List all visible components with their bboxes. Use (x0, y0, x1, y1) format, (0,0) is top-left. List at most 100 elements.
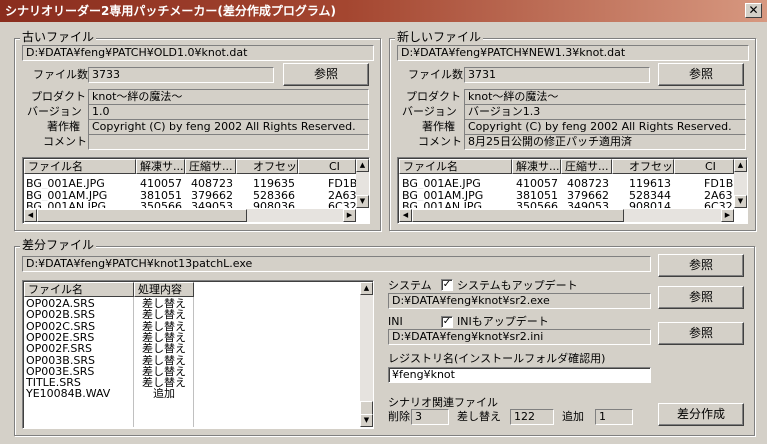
old-comment (88, 134, 369, 150)
check-icon: ✓ (442, 279, 452, 290)
old-product: knot〜絆の魔法〜 (88, 89, 369, 105)
diff-file-list[interactable]: ファイル名 処理内容 OP002A.SRS 差し替え OP002B.SRS 差し替え O… (22, 280, 374, 429)
scroll-down-icon[interactable]: ▼ (734, 195, 747, 208)
diff-file-group-label: 差分ファイル (20, 238, 97, 252)
new-file-group-label: 新しいファイル (395, 30, 484, 44)
old-hscroll-thumb[interactable] (37, 209, 247, 222)
check-icon: ✓ (442, 316, 452, 327)
diff-browse-button[interactable]: 参照 (658, 254, 744, 277)
diff-filename: TITLE.SRS (26, 377, 81, 389)
old-col-crc[interactable]: CI (298, 159, 356, 174)
new-browse-button[interactable]: 参照 (658, 63, 744, 86)
ini-update-checkbox[interactable]: ✓ (441, 316, 453, 328)
column-divider (193, 297, 194, 427)
delete-count: 3 (411, 409, 449, 425)
diff-action: 差し替え (142, 354, 186, 366)
scroll-right-icon[interactable]: ▶ (721, 209, 734, 222)
new-copyright-label: 著作権 (422, 120, 455, 133)
scroll-up-icon[interactable]: ▲ (360, 282, 373, 295)
diff-action: 差し替え (142, 343, 186, 355)
old-col-offset[interactable]: オフセット (236, 159, 298, 174)
new-file-list[interactable]: ファイル名 解凍サ... 圧縮サ... オフセット CI BG_001AE.JP… (397, 157, 748, 224)
diff-action: 差し替え (142, 331, 186, 343)
old-product-label: プロダクト (31, 90, 86, 103)
new-col-compressed[interactable]: 圧縮サ... (561, 159, 612, 174)
diff-action: 差し替え (142, 365, 186, 377)
new-hscroll-thumb[interactable] (412, 209, 624, 222)
diff-action: 差し替え (142, 377, 186, 389)
old-file-count: 3733 (88, 67, 274, 83)
delete-label: 削除 (388, 410, 410, 423)
old-file-group-label: 古いファイル (20, 30, 97, 44)
new-copyright: Copyright (C) by feng 2002 All Rights Re… (464, 119, 746, 135)
scroll-right-icon[interactable]: ▶ (343, 209, 356, 222)
diff-filename: OP003B.SRS (26, 354, 95, 366)
registry-label: レジストリ名(インストールフォルダ確認用) (388, 352, 606, 365)
old-copyright-label: 著作権 (47, 120, 80, 133)
diff-filename: OP002B.SRS (26, 309, 95, 321)
close-icon: ✕ (748, 3, 759, 17)
window-title: シナリオリーダー2専用パッチメーカー(差分作成プログラム) (5, 4, 336, 18)
old-version-label: バージョン (27, 105, 82, 118)
old-copyright: Copyright (C) by feng 2002 All Rights Re… (88, 119, 369, 135)
new-version: バージョン1.3 (464, 104, 746, 120)
replace-label: 差し替え (457, 410, 501, 423)
diff-file-path: D:¥DATA¥feng¥PATCH¥knot13patchL.exe (22, 256, 651, 272)
diff-col-action[interactable]: 処理内容 (134, 282, 194, 297)
old-col-uncompressed[interactable]: 解凍サ... (136, 159, 185, 174)
title-bar: シナリオリーダー2専用パッチメーカー(差分作成プログラム) (0, 0, 767, 22)
diff-action: 差し替え (142, 298, 186, 309)
system-update-label: システムもアップデート (457, 279, 578, 292)
diff-filename: OP002A.SRS (26, 298, 95, 309)
diff-vscroll-thumb[interactable] (360, 401, 373, 415)
old-version: 1.0 (88, 104, 369, 120)
old-file-path: D:¥DATA¥feng¥PATCH¥OLD1.0¥knot.dat (22, 45, 374, 61)
new-file-count: 3731 (464, 67, 650, 83)
diff-col-filename[interactable]: ファイル名 (24, 282, 134, 297)
close-button[interactable]: ✕ (745, 3, 762, 18)
ini-label: INI (388, 315, 403, 328)
old-file-list[interactable]: ファイル名 解凍サ... 圧縮サ... オフセット CI BG_001AE.JP… (22, 157, 370, 224)
new-col-crc[interactable]: CI (674, 159, 734, 174)
system-path: D:¥DATA¥feng¥knot¥sr2.exe (388, 293, 651, 309)
new-col-offset[interactable]: オフセット (612, 159, 674, 174)
scroll-down-icon[interactable]: ▼ (356, 195, 369, 208)
new-file-path: D:¥DATA¥feng¥PATCH¥NEW1.3¥knot.dat (397, 45, 749, 61)
diff-filename: OP002C.SRS (26, 320, 96, 332)
scroll-down-icon[interactable]: ▼ (360, 414, 373, 427)
old-col-filename[interactable]: ファイル名 (24, 159, 136, 174)
diff-filename: OP002E.SRS (26, 331, 95, 343)
old-browse-button[interactable]: 参照 (283, 63, 369, 86)
create-diff-button[interactable]: 差分作成 (658, 403, 744, 426)
new-comment-label: コメント (418, 135, 462, 148)
system-browse-button[interactable]: 参照 (658, 286, 744, 309)
column-divider (133, 297, 134, 427)
old-col-compressed[interactable]: 圧縮サ... (185, 159, 236, 174)
add-count: 1 (595, 409, 633, 425)
replace-count: 122 (510, 409, 554, 425)
scroll-up-icon[interactable]: ▲ (356, 159, 369, 172)
registry-input[interactable]: ¥feng¥knot (388, 367, 651, 383)
diff-action: 追加 (153, 388, 175, 400)
diff-action: 差し替え (142, 309, 186, 321)
new-product: knot〜絆の魔法〜 (464, 89, 746, 105)
scenario-label: シナリオ関連ファイル (388, 396, 498, 409)
new-file-count-label: ファイル数 (408, 68, 463, 81)
add-label: 追加 (562, 410, 584, 423)
system-update-checkbox[interactable]: ✓ (441, 279, 453, 291)
diff-filename: OP002F.SRS (26, 343, 92, 355)
scroll-up-icon[interactable]: ▲ (734, 159, 747, 172)
diff-filename: OP003E.SRS (26, 365, 95, 377)
old-file-count-label: ファイル数 (33, 68, 88, 81)
new-col-uncompressed[interactable]: 解凍サ... (512, 159, 561, 174)
new-version-label: バージョン (402, 105, 457, 118)
diff-filename: YE10084B.WAV (26, 388, 111, 400)
diff-action: 差し替え (142, 320, 186, 332)
ini-browse-button[interactable]: 参照 (658, 322, 744, 345)
scroll-left-icon[interactable]: ◀ (399, 209, 412, 222)
new-comment: 8月25日公開の修正パッチ適用済 (464, 134, 746, 150)
new-col-filename[interactable]: ファイル名 (399, 159, 512, 174)
ini-update-label: INIもアップデート (457, 315, 549, 328)
system-label: システム (388, 279, 432, 292)
scroll-left-icon[interactable]: ◀ (24, 209, 37, 222)
